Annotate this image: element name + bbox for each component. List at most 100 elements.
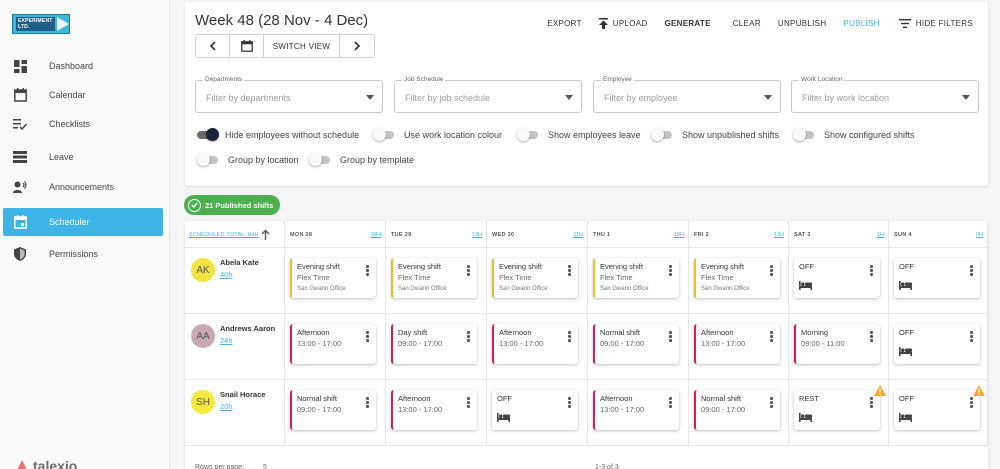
toggle-show-unpublished-shifts[interactable]: Show unpublished shifts (651, 128, 779, 141)
hide-filters-button[interactable]: HIDE FILTERS (898, 19, 973, 28)
more-vert-icon[interactable] (366, 397, 369, 409)
shift-card[interactable]: OFF (894, 390, 980, 430)
day-hours-link[interactable]: 13H (774, 232, 784, 238)
shift-card[interactable]: Normal shift 09:00 - 17:00 (290, 390, 376, 430)
toggle-hide-employees-without-schedule[interactable]: Hide employees without schedule (197, 128, 359, 141)
day-hours-link[interactable]: 1H (877, 232, 884, 238)
shift-card[interactable]: Evening shift Flex Time San Gwann Office (593, 258, 679, 298)
more-vert-icon[interactable] (568, 397, 571, 409)
more-vert-icon[interactable] (770, 397, 773, 409)
more-vert-icon[interactable] (366, 331, 369, 343)
employee-hours-link[interactable]: 40h (220, 270, 233, 279)
shift-card[interactable]: Evening shift Flex Time San Gwann Office (391, 258, 477, 298)
prev-week-button[interactable] (196, 35, 230, 57)
schedule-cell[interactable]: Evening shift Flex Time San Gwann Office (588, 248, 689, 314)
more-vert-icon[interactable] (669, 331, 672, 343)
schedule-cell[interactable]: Afternoon 13:00 - 17:00 (487, 314, 588, 380)
toggle-show-employees-leave[interactable]: Show employees leave (517, 128, 641, 141)
more-vert-icon[interactable] (870, 397, 873, 409)
sort-arrow-up-icon[interactable] (261, 227, 270, 245)
employee-filter[interactable]: Employee Filter by employee (593, 76, 781, 113)
shift-card[interactable]: Day shift 09:00 - 17:00 (391, 324, 477, 364)
more-vert-icon[interactable] (366, 265, 369, 277)
shift-card[interactable]: REST (794, 390, 880, 430)
shift-card[interactable]: Evening shift Flex Time San Gwann Office (694, 258, 780, 298)
schedule-cell[interactable]: Evening shift Flex Time San Gwann Office (285, 248, 386, 314)
schedule-cell[interactable]: Normal shift 09:00 - 17:00 (285, 380, 386, 446)
sidebar-item-announcements[interactable]: Announcements (0, 173, 170, 201)
schedule-cell[interactable]: Afternoon 13:00 - 17:00 (588, 380, 689, 446)
export-button[interactable]: EXPORT (547, 19, 582, 28)
switch-view-button[interactable]: SWITCH VIEW (264, 35, 340, 57)
calendar-picker-button[interactable] (230, 35, 264, 57)
schedule-cell[interactable]: OFF (889, 314, 988, 380)
more-vert-icon[interactable] (870, 331, 873, 343)
more-vert-icon[interactable] (467, 331, 470, 343)
publish-button[interactable]: PUBLISH (843, 19, 879, 28)
schedule-cell[interactable]: Day shift 09:00 - 17:00 (386, 314, 487, 380)
employee-hours-link[interactable]: 20h (220, 402, 233, 411)
more-vert-icon[interactable] (870, 265, 873, 277)
sidebar-item-dashboard[interactable]: Dashboard (0, 52, 170, 80)
schedule-cell[interactable]: Evening shift Flex Time San Gwann Office (487, 248, 588, 314)
schedule-cell[interactable]: OFF (889, 380, 988, 446)
next-week-button[interactable] (340, 35, 374, 57)
day-hours-link[interactable]: 0H (976, 232, 983, 238)
schedule-cell[interactable]: OFF (487, 380, 588, 446)
toggle-group-by-template[interactable]: Group by template (309, 153, 414, 166)
departments-filter[interactable]: Departments Filter by departments (195, 76, 383, 113)
schedule-cell[interactable]: Afternoon 13:00 - 17:00 (689, 314, 789, 380)
toggle-group-by-location[interactable]: Group by location (197, 153, 299, 166)
clear-button[interactable]: CLEAR (733, 19, 761, 28)
more-vert-icon[interactable] (970, 265, 973, 277)
schedule-cell[interactable]: Evening shift Flex Time San Gwann Office (386, 248, 487, 314)
schedule-cell[interactable]: Normal shift 09:00 - 17:00 (689, 380, 789, 446)
schedule-cell[interactable]: Evening shift Flex Time San Gwann Office (689, 248, 789, 314)
toggle-use-work-location-colour[interactable]: Use work location colour (373, 128, 502, 141)
shift-card[interactable]: Normal shift 09:00 - 17:00 (694, 390, 780, 430)
shift-card[interactable]: Normal shift 09:00 - 17:00 (593, 324, 679, 364)
shift-card[interactable]: OFF (894, 324, 980, 364)
schedule-cell[interactable]: Afternoon 13:00 - 17:00 (386, 380, 487, 446)
shift-card[interactable]: Evening shift Flex Time San Gwann Office (492, 258, 578, 298)
toggle-show-configured-shifts[interactable]: Show configured shifts (793, 128, 915, 141)
warning-icon[interactable] (973, 383, 985, 401)
shift-card[interactable]: OFF (794, 258, 880, 298)
upload-button[interactable]: UPLOAD (598, 18, 648, 29)
shift-card[interactable]: Afternoon 13:00 - 17:00 (290, 324, 376, 364)
more-vert-icon[interactable] (970, 331, 973, 343)
more-vert-icon[interactable] (669, 265, 672, 277)
more-vert-icon[interactable] (568, 265, 571, 277)
shift-card[interactable]: Evening shift Flex Time San Gwann Office (290, 258, 376, 298)
work-location-filter[interactable]: Work Location Filter by work location (791, 76, 979, 113)
shift-card[interactable]: OFF (492, 390, 578, 430)
sidebar-item-leave[interactable]: Leave (0, 143, 170, 171)
shift-card[interactable]: OFF (894, 258, 980, 298)
schedule-cell[interactable]: Afternoon 13:00 - 17:00 (285, 314, 386, 380)
unpublish-button[interactable]: UNPUBLISH (778, 19, 827, 28)
schedule-cell[interactable]: OFF (789, 248, 889, 314)
more-vert-icon[interactable] (770, 265, 773, 277)
job-schedule-filter[interactable]: Job Schedule Filter by job schedule (394, 76, 582, 113)
warning-icon[interactable] (874, 383, 886, 401)
shift-card[interactable]: Afternoon 13:00 - 17:00 (694, 324, 780, 364)
employee-hours-link[interactable]: 24h (220, 336, 233, 345)
more-vert-icon[interactable] (568, 331, 571, 343)
generate-button[interactable]: GENERATE (664, 19, 710, 28)
sidebar-item-calendar[interactable]: Calendar (0, 81, 170, 109)
shift-card[interactable]: Afternoon 13:00 - 17:00 (391, 390, 477, 430)
day-hours-link[interactable]: 18H (674, 232, 684, 238)
scheduled-total-link[interactable]: SCHEDULED TOTAL: 84H (189, 232, 259, 238)
schedule-cell[interactable]: Morning 09:00 - 11:00 (789, 314, 889, 380)
schedule-cell[interactable]: Normal shift 09:00 - 17:00 (588, 314, 689, 380)
schedule-cell[interactable]: OFF (889, 248, 988, 314)
more-vert-icon[interactable] (467, 397, 470, 409)
sidebar-item-permissions[interactable]: Permissions (0, 240, 170, 268)
day-hours-link[interactable]: 18H (371, 232, 381, 238)
shift-card[interactable]: Afternoon 13:00 - 17:00 (492, 324, 578, 364)
more-vert-icon[interactable] (669, 397, 672, 409)
more-vert-icon[interactable] (770, 331, 773, 343)
schedule-cell[interactable]: REST (789, 380, 889, 446)
shift-card[interactable]: Afternoon 13:00 - 17:00 (593, 390, 679, 430)
company-logo[interactable]: EXPERIMENT LTD. (12, 14, 70, 34)
